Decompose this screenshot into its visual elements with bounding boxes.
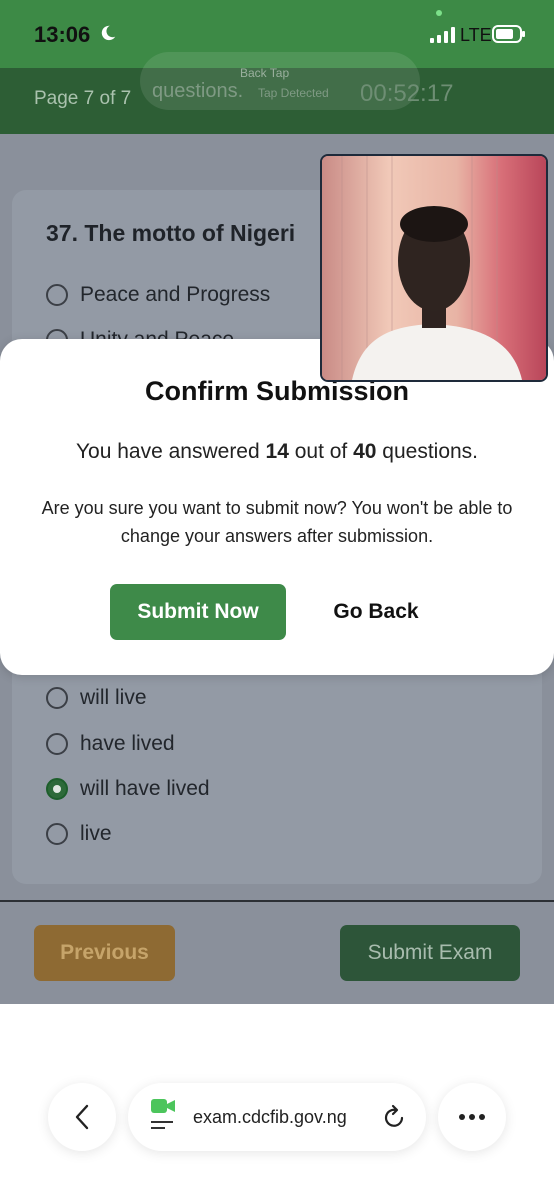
signal-icon bbox=[430, 27, 455, 43]
answered-count: You have answered 14 out of 40 questions… bbox=[0, 440, 554, 464]
option-radio[interactable] bbox=[46, 733, 68, 755]
option-radio[interactable] bbox=[46, 284, 68, 306]
option-label[interactable]: will have lived bbox=[80, 777, 210, 801]
previous-button[interactable]: Previous bbox=[34, 925, 175, 981]
answered-number: 14 bbox=[265, 440, 289, 463]
url-text: exam.cdcfib.gov.ng bbox=[193, 1107, 347, 1127]
option-label[interactable]: will live bbox=[80, 686, 147, 710]
dialog-warning: Are you sure you want to submit now? You… bbox=[41, 498, 513, 546]
facetime-icon bbox=[151, 1099, 175, 1129]
status-time: 13:06 bbox=[34, 22, 91, 47]
option-radio[interactable] bbox=[46, 687, 68, 709]
notification-subtitle: Tap Detected bbox=[258, 86, 329, 100]
ellipsis-icon bbox=[459, 1114, 485, 1120]
option-label[interactable]: have lived bbox=[80, 732, 175, 756]
notification-title: Back Tap bbox=[240, 66, 290, 80]
webcam-preview[interactable] bbox=[320, 154, 548, 382]
browser-back-button[interactable] bbox=[48, 1083, 116, 1151]
option-label[interactable]: Peace and Progress bbox=[80, 283, 270, 307]
question-text: 37. The motto of Nigeri bbox=[46, 220, 296, 246]
reload-icon[interactable] bbox=[383, 1104, 407, 1130]
count-middle: out of bbox=[288, 440, 354, 463]
submit-now-button[interactable]: Submit Now bbox=[110, 584, 286, 640]
count-suffix: questions. bbox=[376, 440, 479, 463]
battery-icon bbox=[492, 25, 525, 43]
exam-timer: 00:52:17 bbox=[360, 80, 454, 107]
camera-indicator-dot bbox=[436, 10, 442, 16]
page-indicator: Page 7 of 7 bbox=[34, 88, 132, 109]
header-ghost-text: questions. bbox=[152, 80, 244, 102]
footer-divider bbox=[0, 900, 554, 902]
go-back-button[interactable]: Go Back bbox=[314, 584, 438, 640]
submit-exam-button[interactable]: Submit Exam bbox=[340, 925, 520, 981]
total-number: 40 bbox=[353, 440, 377, 463]
chevron-left-icon bbox=[75, 1104, 89, 1130]
count-prefix: You have answered bbox=[75, 440, 266, 463]
webcam-feed-image bbox=[322, 156, 546, 380]
option-radio-selected[interactable] bbox=[46, 778, 68, 800]
more-menu-button[interactable] bbox=[438, 1083, 506, 1151]
option-label[interactable]: live bbox=[80, 822, 112, 846]
network-label: LTE bbox=[460, 25, 492, 45]
moon-icon bbox=[101, 25, 116, 41]
option-radio[interactable] bbox=[46, 823, 68, 845]
